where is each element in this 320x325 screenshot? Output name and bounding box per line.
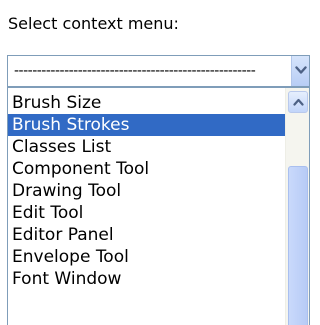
list-item[interactable]: Font Window: [8, 268, 285, 290]
context-menu-combobox[interactable]: ----------------------------------------…: [7, 55, 310, 87]
list-item[interactable]: Brush Size: [8, 92, 285, 114]
list-item[interactable]: Classes List: [8, 136, 285, 158]
context-menu-list[interactable]: Brush Size Brush Strokes Classes List Co…: [7, 87, 310, 325]
list-item[interactable]: Editor Panel: [8, 224, 285, 246]
list-item-selected[interactable]: Brush Strokes: [8, 114, 285, 136]
list-item[interactable]: Component Tool: [8, 158, 285, 180]
list-item[interactable]: Envelope Tool: [8, 246, 285, 268]
list-item[interactable]: Edit Tool: [8, 202, 285, 224]
dropdown-button[interactable]: [291, 56, 309, 86]
prompt-label: Select context menu:: [8, 14, 179, 33]
list-item[interactable]: Drawing Tool: [8, 180, 285, 202]
scroll-up-button[interactable]: [288, 91, 308, 113]
chevron-up-icon: [293, 98, 304, 106]
scroll-thumb[interactable]: [288, 166, 308, 325]
chevron-down-icon: [295, 66, 307, 74]
vertical-scrollbar[interactable]: [285, 88, 309, 325]
combobox-value: ----------------------------------------…: [14, 63, 256, 79]
list-items: Brush Size Brush Strokes Classes List Co…: [8, 92, 285, 290]
